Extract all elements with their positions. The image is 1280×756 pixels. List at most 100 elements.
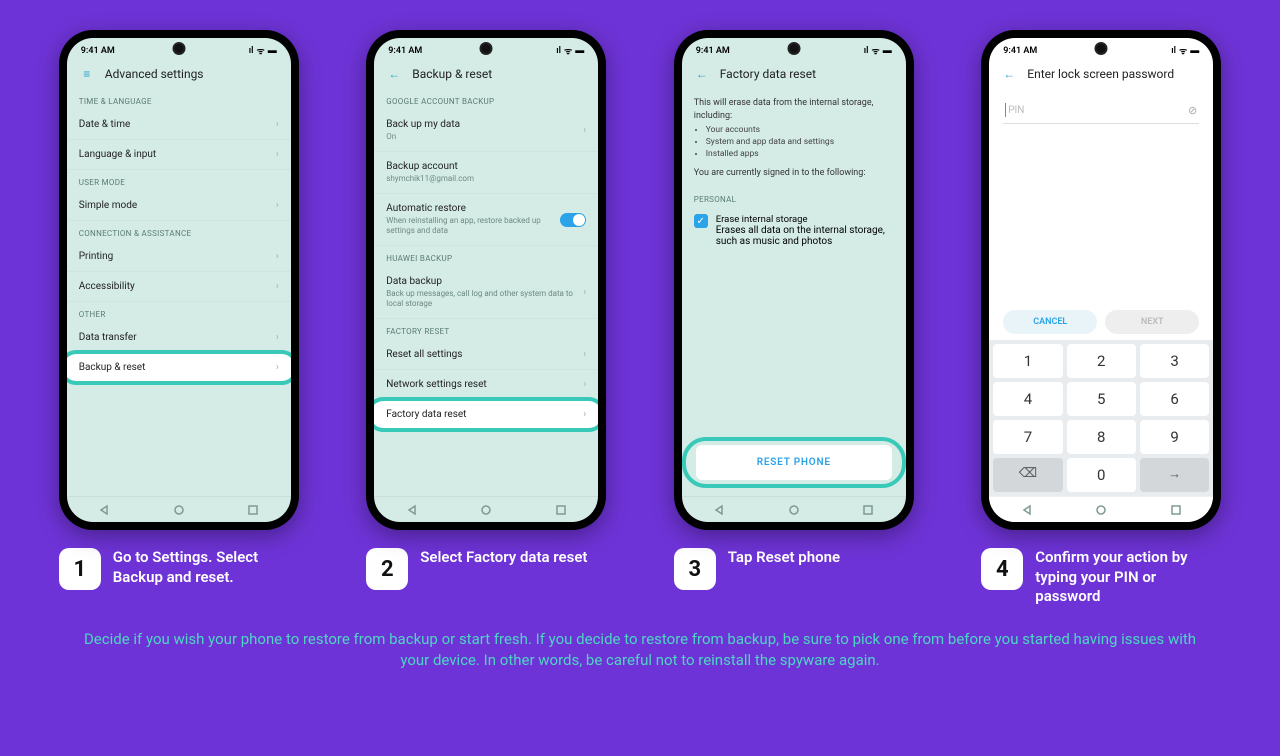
phone-2: 9:41 AM ılᯤ▬ ← Backup & reset GOOGLE ACC… — [366, 30, 606, 530]
step-3: 3 Tap Reset phone — [674, 548, 914, 607]
key-1[interactable]: 1 — [993, 344, 1062, 378]
wifi-icon: ᯤ — [564, 44, 572, 57]
android-navbar — [67, 496, 291, 522]
row-auto-restore[interactable]: Automatic restoreWhen reinstalling an ap… — [374, 194, 598, 246]
row-backup-reset[interactable]: Backup & reset› — [67, 353, 291, 383]
chevron-right-icon: › — [276, 251, 279, 262]
step-4: 4 Confirm your action by typing your PIN… — [981, 548, 1221, 607]
chevron-right-icon: › — [276, 200, 279, 211]
status-bar: 9:41 AM ılᯤ▬ — [989, 38, 1213, 59]
recent-icon[interactable] — [247, 504, 259, 516]
clock: 9:41 AM — [1003, 46, 1037, 56]
battery-icon: ▬ — [575, 45, 584, 56]
key-3[interactable]: 3 — [1140, 344, 1209, 378]
row-language[interactable]: Language & input› — [67, 140, 291, 170]
key-5[interactable]: 5 — [1067, 382, 1136, 416]
back-icon[interactable] — [406, 504, 418, 516]
row-reset-all[interactable]: Reset all settings› — [374, 340, 598, 370]
step-number: 2 — [366, 548, 408, 590]
cancel-button[interactable]: CANCEL — [1003, 310, 1097, 334]
battery-icon: ▬ — [1190, 45, 1199, 56]
chevron-right-icon: › — [583, 287, 586, 298]
row-erase-storage[interactable]: ✓ Erase internal storageErases all data … — [682, 208, 906, 253]
footer-note: Decide if you wish your phone to restore… — [0, 629, 1280, 673]
home-icon[interactable] — [788, 504, 800, 516]
key-9[interactable]: 9 — [1140, 420, 1209, 454]
pin-placeholder: PIN — [1008, 105, 1024, 116]
page-title: Advanced settings — [105, 67, 204, 81]
recent-icon[interactable] — [555, 504, 567, 516]
recent-icon[interactable] — [862, 504, 874, 516]
key-7[interactable]: 7 — [993, 420, 1062, 454]
android-navbar — [989, 496, 1213, 522]
reset-phone-button[interactable]: RESET PHONE — [696, 445, 892, 480]
page-title: Backup & reset — [412, 67, 492, 81]
phone-4: 9:41 AM ılᯤ▬ ← Enter lock screen passwor… — [981, 30, 1221, 530]
back-arrow-icon[interactable]: ← — [1001, 67, 1017, 81]
back-icon[interactable] — [713, 504, 725, 516]
chevron-right-icon: › — [583, 125, 586, 136]
back-icon[interactable] — [1021, 504, 1033, 516]
home-icon[interactable] — [480, 504, 492, 516]
step-text: Select Factory data reset — [420, 548, 587, 568]
section-header: PERSONAL — [682, 187, 906, 208]
next-button[interactable]: NEXT — [1105, 310, 1199, 334]
key-2[interactable]: 2 — [1067, 344, 1136, 378]
step-text: Tap Reset phone — [728, 548, 840, 568]
row-data-backup[interactable]: Data backupBack up messages, call log an… — [374, 267, 598, 319]
step-1: 1 Go to Settings. Select Backup and rese… — [59, 548, 299, 607]
chevron-right-icon: › — [583, 349, 586, 360]
recent-icon[interactable] — [1170, 504, 1182, 516]
row-date-time[interactable]: Date & time› — [67, 110, 291, 140]
key-backspace[interactable]: ⌫ — [993, 458, 1062, 492]
clock: 9:41 AM — [388, 46, 422, 56]
row-simple-mode[interactable]: Simple mode› — [67, 191, 291, 221]
menu-icon[interactable]: ≡ — [79, 67, 95, 81]
section-header: CONNECTION & ASSISTANCE — [67, 221, 291, 242]
battery-icon: ▬ — [268, 45, 277, 56]
step-text: Confirm your action by typing your PIN o… — [1035, 548, 1221, 607]
chevron-right-icon: › — [276, 149, 279, 160]
section-header: GOOGLE ACCOUNT BACKUP — [374, 89, 598, 110]
signal-icon: ıl — [556, 46, 561, 56]
row-accessibility[interactable]: Accessibility› — [67, 272, 291, 302]
phone-row: 9:41 AM ılᯤ▬ ≡ Advanced settings TIME & … — [0, 0, 1280, 530]
phone-1: 9:41 AM ılᯤ▬ ≡ Advanced settings TIME & … — [59, 30, 299, 530]
home-icon[interactable] — [173, 504, 185, 516]
battery-icon: ▬ — [883, 45, 892, 56]
signal-icon: ıl — [1171, 46, 1176, 56]
wifi-icon: ᯤ — [1179, 44, 1187, 57]
key-6[interactable]: 6 — [1140, 382, 1209, 416]
back-arrow-icon[interactable]: ← — [386, 67, 402, 81]
visibility-off-icon[interactable]: ⊘ — [1188, 104, 1197, 117]
section-header: HUAWEI BACKUP — [374, 246, 598, 267]
back-arrow-icon[interactable]: ← — [694, 67, 710, 81]
titlebar: ← Factory data reset — [682, 59, 906, 89]
step-2: 2 Select Factory data reset — [366, 548, 606, 607]
row-data-transfer[interactable]: Data transfer› — [67, 323, 291, 353]
step-number: 3 — [674, 548, 716, 590]
checkbox-checked-icon[interactable]: ✓ — [694, 214, 708, 228]
row-backup-account[interactable]: Backup accountshymchik11@gmail.com — [374, 152, 598, 194]
row-backup-data[interactable]: Back up my dataOn› — [374, 110, 598, 152]
step-number: 4 — [981, 548, 1023, 590]
key-8[interactable]: 8 — [1067, 420, 1136, 454]
row-printing[interactable]: Printing› — [67, 242, 291, 272]
key-enter[interactable]: → — [1140, 458, 1209, 492]
row-network-reset[interactable]: Network settings reset› — [374, 370, 598, 400]
wifi-icon: ᯤ — [257, 44, 265, 57]
pin-input[interactable]: PIN ⊘ — [1003, 97, 1199, 124]
status-bar: 9:41 AM ılᯤ▬ — [374, 38, 598, 59]
back-icon[interactable] — [98, 504, 110, 516]
wifi-icon: ᯤ — [872, 44, 880, 57]
key-0[interactable]: 0 — [1067, 458, 1136, 492]
section-header: USER MODE — [67, 170, 291, 191]
chevron-right-icon: › — [276, 119, 279, 130]
key-4[interactable]: 4 — [993, 382, 1062, 416]
chevron-right-icon: › — [276, 362, 279, 373]
home-icon[interactable] — [1095, 504, 1107, 516]
titlebar: ≡ Advanced settings — [67, 59, 291, 89]
toggle-on[interactable] — [560, 213, 586, 227]
row-factory-reset[interactable]: Factory data reset› — [374, 400, 598, 430]
page-title: Enter lock screen password — [1027, 67, 1174, 81]
